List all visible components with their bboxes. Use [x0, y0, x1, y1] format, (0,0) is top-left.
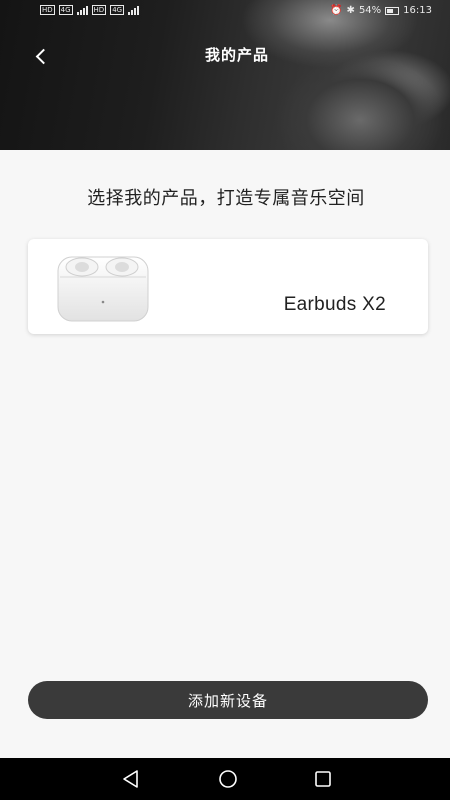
header-banner: HD 4G HD 4G ⏰ ✱ 54% 16:13 我的产品 — [0, 0, 450, 150]
hd-badge-2: HD — [91, 5, 107, 15]
network-badge-1: 4G — [58, 5, 73, 15]
system-nav-bar — [0, 758, 450, 800]
alarm-icon: ⏰ — [330, 5, 343, 16]
network-badge-2: 4G — [110, 5, 125, 15]
earbuds-case-icon — [57, 256, 149, 322]
signal-icon-2 — [128, 5, 140, 15]
clock-time: 16:13 — [403, 5, 432, 16]
product-card[interactable]: Earbuds X2 — [28, 239, 428, 334]
product-name: Earbuds X2 — [283, 294, 386, 315]
status-bar: HD 4G HD 4G ⏰ ✱ 54% 16:13 — [0, 0, 450, 26]
back-triangle-icon[interactable] — [120, 768, 142, 790]
battery-icon — [385, 6, 400, 15]
hd-badge-1: HD — [40, 5, 55, 15]
battery-percent: 54% — [358, 5, 382, 16]
status-right: ⏰ ✱ 54% 16:13 — [330, 5, 432, 16]
signal-icon — [76, 5, 88, 15]
page-subtitle: 选择我的产品，打造专属音乐空间 — [87, 188, 365, 209]
home-circle-icon[interactable] — [217, 768, 239, 790]
add-device-button[interactable]: 添加新设备 — [28, 681, 428, 719]
bluetooth-icon: ✱ — [346, 5, 355, 16]
recent-square-icon[interactable] — [312, 768, 334, 790]
status-left: HD 4G HD 4G — [40, 5, 140, 15]
page-title: 我的产品 — [204, 46, 269, 64]
